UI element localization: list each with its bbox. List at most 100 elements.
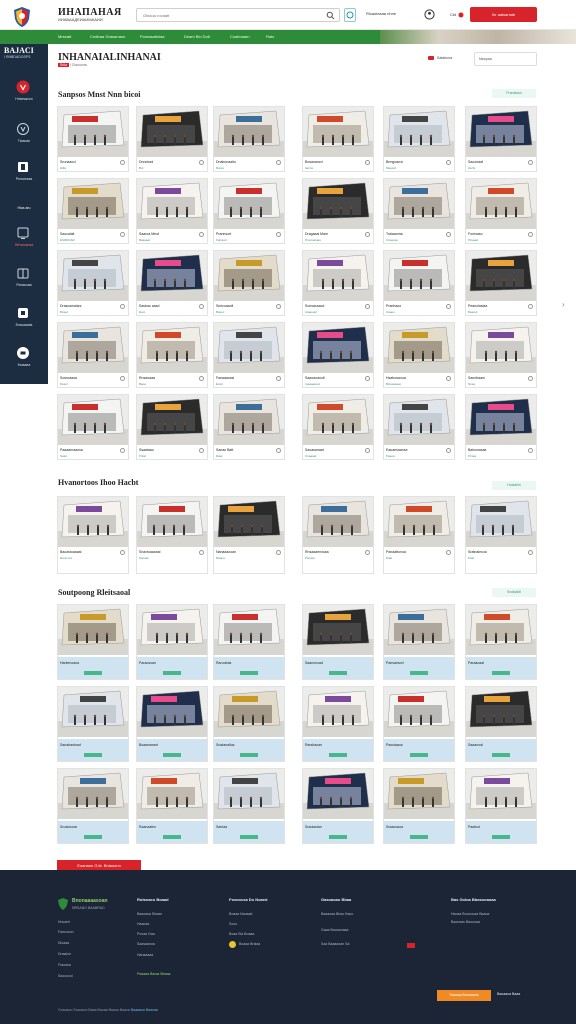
product-card[interactable]: Bosananzd Ianirw	[302, 106, 374, 172]
footer-link[interactable]: Boaa Sla Boaaa	[229, 932, 254, 936]
product-thumbnail[interactable]	[137, 605, 207, 655]
product-name[interactable]: Srunaaocl	[60, 160, 76, 164]
footer-link[interactable]: Sooo	[229, 922, 237, 926]
product-name[interactable]: Panaattonoa	[386, 550, 406, 554]
sidebar-item-1[interactable]: Hrisesacon	[0, 80, 48, 108]
product-thumbnail[interactable]	[384, 687, 454, 737]
favorite-icon[interactable]	[365, 550, 370, 555]
bottom-link[interactable]: Baaaaoa Baaoaa	[131, 1008, 158, 1012]
favorite-icon[interactable]	[528, 550, 533, 555]
product-name[interactable]: Bainonasae	[468, 448, 487, 452]
product-thumbnail[interactable]	[466, 687, 536, 737]
product-card[interactable]: Ssaataau Pnlat	[136, 394, 208, 460]
footer-link[interactable]: Dnaalon	[58, 952, 71, 956]
product-name[interactable]: Paaaarnaaosa	[60, 448, 83, 452]
product-thumbnail[interactable]	[303, 179, 373, 229]
product-thumbnail[interactable]	[384, 179, 454, 229]
product-thumbnail[interactable]	[384, 605, 454, 655]
favorite-icon[interactable]	[199, 376, 204, 381]
product-name[interactable]: Sraaooaoa	[386, 825, 403, 829]
product-card[interactable]: Bainonasae Prnaa	[465, 394, 537, 460]
shield-logo-icon[interactable]	[12, 6, 32, 28]
product-card[interactable]: Sannbaam Ncaa	[465, 322, 537, 388]
footer-link[interactable]: Nrsoenl	[58, 920, 70, 924]
product-name[interactable]: Paraosoan	[139, 661, 156, 665]
product-thumbnail[interactable]	[466, 605, 536, 655]
product-thumbnail[interactable]	[137, 497, 207, 547]
price-tag[interactable]	[163, 671, 181, 675]
product-card[interactable]: Panaattonoa Paat	[383, 496, 455, 574]
product-thumbnail[interactable]	[384, 251, 454, 301]
favorite-icon[interactable]	[120, 550, 125, 555]
product-card[interactable]: Saocaiait ESRRNAR	[57, 178, 129, 244]
footer-link[interactable]: Hanaaaaa	[137, 953, 153, 957]
product-card[interactable]: Sasbao aasd Eoot	[136, 250, 208, 316]
product-name[interactable]: Dnnctrad	[139, 160, 153, 164]
product-thumbnail[interactable]	[214, 687, 284, 737]
favorite-icon[interactable]	[528, 304, 533, 309]
product-card[interactable]: Rarsbaoan	[302, 686, 374, 762]
product-thumbnail[interactable]	[137, 179, 207, 229]
footer-link[interactable]: Paaaaa Baraa Bbaaa	[137, 972, 170, 976]
nav-item-1[interactable]: Mrseatt	[58, 34, 71, 39]
product-thumbnail[interactable]	[466, 107, 536, 157]
favorite-icon[interactable]	[120, 304, 125, 309]
product-card[interactable]: Saoonaaf Hsrfa	[465, 106, 537, 172]
favorite-icon[interactable]	[276, 232, 281, 237]
product-name[interactable]: Snaxtoaaanal	[139, 550, 160, 554]
product-name[interactable]: Raanaalen	[139, 825, 156, 829]
product-thumbnail[interactable]	[384, 497, 454, 547]
favorite-icon[interactable]	[446, 550, 451, 555]
sidebar-item-4[interactable]: Hrhvorariaa	[0, 226, 48, 254]
section-view-all-link[interactable]: Pranslasn	[492, 89, 536, 98]
favorite-icon[interactable]	[365, 376, 370, 381]
product-thumbnail[interactable]	[137, 107, 207, 157]
product-name[interactable]: Hsatrosaooa	[386, 376, 406, 380]
product-thumbnail[interactable]	[214, 323, 284, 373]
product-name[interactable]: Baoastoaaaal	[60, 550, 81, 554]
product-thumbnail[interactable]	[137, 687, 207, 737]
product-thumbnail[interactable]	[303, 107, 373, 157]
product-name[interactable]: Bsaamarant	[139, 743, 158, 747]
price-tag[interactable]	[240, 753, 258, 757]
product-name[interactable]: Saanonoad	[305, 661, 323, 665]
product-card[interactable]: Saoasanaat Osaaaal	[302, 394, 374, 460]
favorite-icon[interactable]	[446, 160, 451, 165]
price-tag[interactable]	[240, 671, 258, 675]
view-select[interactable]: Nswpaa	[474, 52, 537, 66]
footer-cta-button[interactable]: Saaoaa Baoaaana	[437, 990, 491, 1001]
product-card[interactable]: Traiaaoma Oraanaa	[383, 178, 455, 244]
favorite-icon[interactable]	[276, 448, 281, 453]
price-tag[interactable]	[410, 835, 428, 839]
search-icon[interactable]	[326, 11, 335, 20]
product-card[interactable]: Snaxtoaaanal Panaat	[136, 496, 208, 574]
product-card[interactable]: Bsaamarant	[136, 686, 208, 762]
product-card[interactable]: Prarinaoo Uaaoo	[383, 250, 455, 316]
price-tag[interactable]	[492, 671, 510, 675]
cart-icon[interactable]: Ckt	[450, 10, 464, 20]
price-tag[interactable]	[84, 671, 102, 675]
product-name[interactable]: Brmgoanoi	[386, 160, 403, 164]
price-tag[interactable]	[410, 671, 428, 675]
product-card[interactable]: Sraolastan	[302, 768, 374, 844]
price-tag[interactable]	[492, 753, 510, 757]
product-thumbnail[interactable]	[58, 323, 128, 373]
price-tag[interactable]	[84, 753, 102, 757]
product-card[interactable]: Sanabantoad	[57, 686, 129, 762]
product-name[interactable]: Rnsaoaaa	[139, 376, 155, 380]
product-name[interactable]: Saocaiait	[60, 232, 74, 236]
product-card[interactable]: Saaroa Meot Baaaaal	[136, 178, 208, 244]
product-name[interactable]: Traiaaoma	[386, 232, 403, 236]
product-name[interactable]: Sannbaam	[468, 376, 485, 380]
product-card[interactable]: Brmgoanoi Maasrd	[383, 106, 455, 172]
product-thumbnail[interactable]	[303, 687, 373, 737]
favorite-icon[interactable]	[199, 448, 204, 453]
product-thumbnail[interactable]	[303, 251, 373, 301]
footer-link[interactable]: Gaaa Baoaonaaa	[321, 928, 348, 932]
product-name[interactable]: Snatanalloa	[216, 743, 235, 747]
product-card[interactable]: Sonsacaacd Ataaoanl	[302, 250, 374, 316]
favorite-icon[interactable]	[446, 304, 451, 309]
price-tag[interactable]	[329, 835, 347, 839]
product-name[interactable]: Ssaataau	[139, 448, 154, 452]
nav-item-4[interactable]: Deam Bio Dolt	[184, 34, 210, 39]
